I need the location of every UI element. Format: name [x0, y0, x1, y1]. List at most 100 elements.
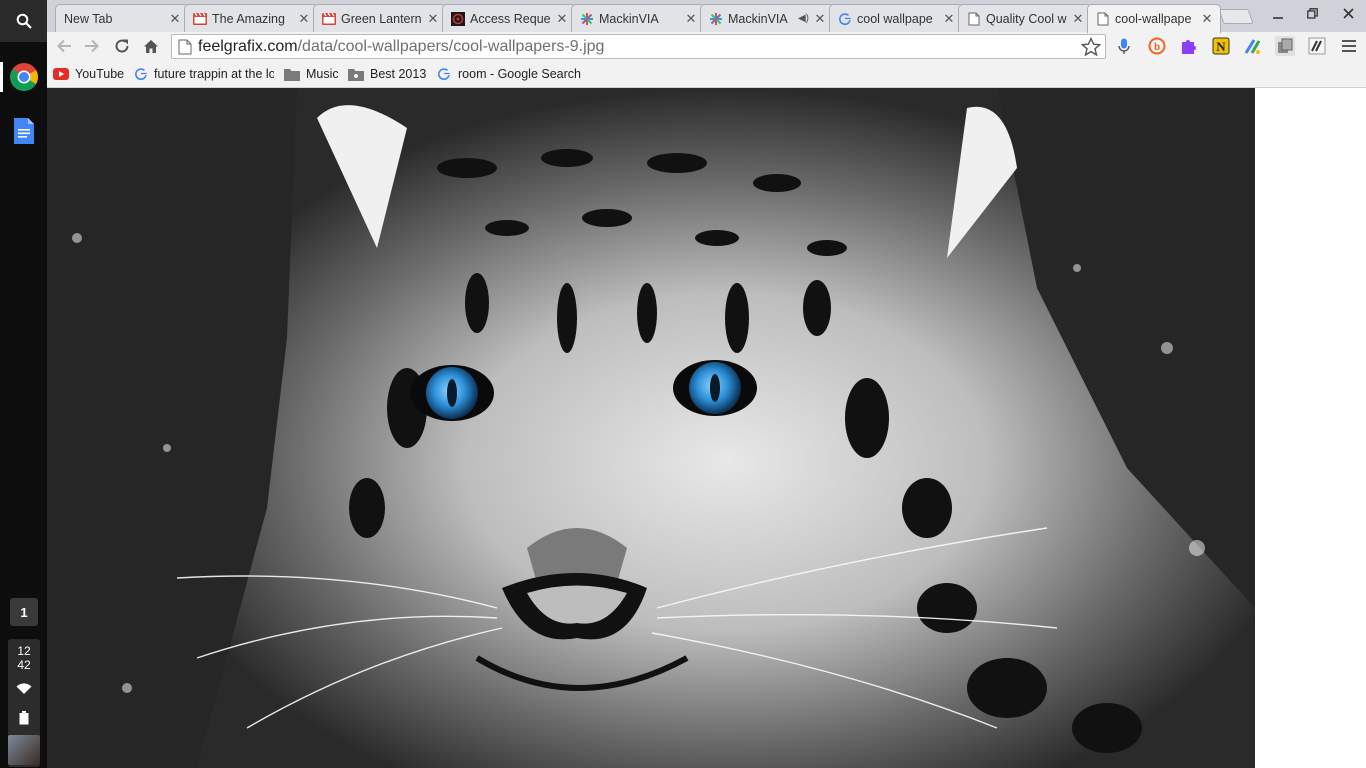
launcher-search-button[interactable]: [0, 0, 47, 42]
close-icon[interactable]: ✕: [1071, 11, 1085, 26]
reload-button[interactable]: [111, 35, 133, 57]
search-icon: [16, 13, 32, 29]
chrome-icon: [9, 63, 38, 91]
bookmark-future-trappin[interactable]: future trappin at the lo: [134, 65, 274, 83]
forward-arrow-icon: [85, 39, 99, 53]
url-host: feelgrafix.com: [198, 37, 298, 55]
svg-text:N: N: [1216, 39, 1226, 54]
tab-cool-wallpaper-image[interactable]: cool-wallpape ✕: [1087, 4, 1221, 33]
puzzle-extension[interactable]: [1179, 36, 1199, 56]
bookmark-room-google-search[interactable]: room - Google Search: [436, 65, 581, 83]
restore-button[interactable]: [1299, 4, 1325, 24]
folder-icon: [284, 66, 300, 82]
snow-leopard-illustration: [47, 88, 1255, 768]
mackinvia-icon: [709, 12, 723, 26]
user-avatar[interactable]: [8, 735, 40, 765]
pen-icon: [1244, 39, 1261, 54]
tab-title: MackinVIA: [728, 11, 788, 26]
close-icon[interactable]: ✕: [426, 11, 440, 26]
close-icon[interactable]: ✕: [684, 11, 698, 26]
tab-title: Access Reque: [470, 11, 551, 26]
notebook-extension[interactable]: N: [1211, 36, 1231, 56]
system-tray[interactable]: 12 42: [8, 639, 40, 767]
tab-strip: New Tab ✕ The Amazing ✕ Green Lantern ✕ …: [47, 0, 1366, 33]
bookmark-star-icon[interactable]: [1081, 37, 1101, 57]
home-button[interactable]: [140, 35, 162, 57]
access-icon: [451, 11, 465, 26]
copy-extension[interactable]: [1275, 36, 1295, 56]
reload-icon: [115, 39, 129, 53]
minimize-button[interactable]: [1265, 4, 1291, 24]
close-window-button[interactable]: [1335, 4, 1361, 24]
folder-icon: [348, 66, 364, 82]
forward-button[interactable]: [81, 35, 103, 57]
close-icon[interactable]: ✕: [297, 11, 311, 26]
clock-hours: 12: [17, 644, 31, 658]
pen-extension[interactable]: [1243, 36, 1263, 56]
close-icon[interactable]: ✕: [942, 11, 956, 26]
chrome-menu-button[interactable]: [1339, 36, 1359, 56]
browser-window: New Tab ✕ The Amazing ✕ Green Lantern ✕ …: [47, 0, 1366, 768]
puzzle-icon: [1182, 40, 1196, 54]
back-arrow-icon: [57, 39, 71, 53]
tab-new-tab[interactable]: New Tab ✕: [55, 4, 189, 32]
minimize-icon: [1273, 17, 1283, 19]
bookmark-label: Music: [306, 67, 339, 81]
bookmark-label: Best 2013: [370, 67, 427, 81]
writer-icon: [1308, 37, 1326, 55]
writer-extension[interactable]: [1307, 36, 1327, 56]
bookmark-youtube[interactable]: YouTube: [53, 65, 124, 83]
page-icon: [178, 39, 192, 54]
wifi-icon: [16, 683, 32, 694]
tab-title: Quality Cool w: [986, 11, 1067, 26]
address-bar[interactable]: feelgrafix.com/data/cool-wallpapers/cool…: [171, 34, 1106, 59]
speaker-icon[interactable]: ◀): [798, 13, 809, 24]
tab-green-lantern[interactable]: Green Lantern ✕: [313, 4, 447, 32]
tab-the-amazing[interactable]: The Amazing ✕: [184, 4, 318, 32]
close-icon[interactable]: ✕: [1200, 12, 1214, 26]
clapperboard-icon: [193, 12, 207, 26]
clock: 12 42: [8, 644, 40, 672]
copy-icon: [1278, 38, 1293, 53]
bookmark-label: YouTube: [75, 67, 125, 81]
b-extension[interactable]: b: [1147, 36, 1167, 56]
close-icon[interactable]: ✕: [813, 11, 827, 26]
back-button[interactable]: [53, 35, 75, 57]
close-icon: [1342, 8, 1354, 19]
google-icon: [838, 12, 852, 26]
tab-mackinvia-1[interactable]: MackinVIA ✕: [571, 4, 705, 32]
new-tab-button[interactable]: [1218, 9, 1254, 24]
tab-quality-cool-wallpapers[interactable]: Quality Cool w ✕: [958, 4, 1092, 32]
shelf-docs-app[interactable]: [0, 110, 47, 152]
page-icon: [967, 12, 981, 26]
clapperboard-icon: [322, 12, 336, 26]
url-text: feelgrafix.com/data/cool-wallpapers/cool…: [198, 38, 604, 56]
battery-icon: [19, 711, 29, 725]
close-icon[interactable]: ✕: [555, 11, 569, 26]
tab-title: MackinVIA: [599, 11, 659, 26]
desk-number-badge[interactable]: 1: [10, 598, 38, 626]
google-docs-icon: [13, 118, 34, 144]
voice-search-extension[interactable]: [1114, 36, 1134, 56]
bookmark-folder-music[interactable]: Music: [284, 65, 339, 83]
clock-minutes: 42: [17, 658, 31, 672]
bookmark-folder-best-2013[interactable]: Best 2013: [348, 65, 426, 83]
tab-access-request[interactable]: Access Reque ✕: [442, 4, 576, 32]
svg-text:b: b: [1154, 42, 1160, 53]
tab-title: Green Lantern: [341, 11, 422, 26]
mackinvia-icon: [580, 12, 594, 26]
wallpaper-image[interactable]: [47, 88, 1255, 768]
active-indicator: [0, 62, 3, 92]
bookmarks-bar: YouTube future trappin at the lo Music B…: [47, 60, 1366, 88]
tab-mackinvia-2[interactable]: MackinVIA ◀) ✕: [700, 4, 834, 32]
tab-title: cool-wallpape: [1115, 12, 1192, 26]
shelf-chrome-app[interactable]: [0, 56, 47, 98]
tab-title: cool wallpape: [857, 11, 933, 26]
microphone-icon: [1118, 38, 1130, 54]
bookmark-label: future trappin at the lo: [154, 67, 274, 81]
close-icon[interactable]: ✕: [168, 11, 182, 26]
tab-cool-wallpapers-search[interactable]: cool wallpape ✕: [829, 4, 963, 32]
restore-icon: [1306, 8, 1318, 19]
hamburger-menu-icon: [1342, 40, 1356, 52]
toolbar: feelgrafix.com/data/cool-wallpapers/cool…: [47, 32, 1366, 60]
